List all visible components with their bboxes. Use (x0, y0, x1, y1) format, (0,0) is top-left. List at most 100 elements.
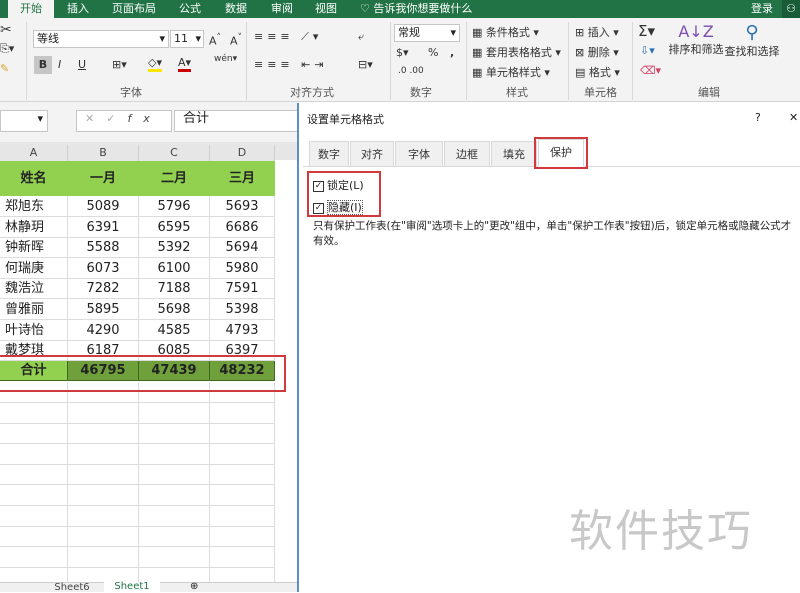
tab-alignment[interactable]: 对齐 (350, 141, 394, 167)
help-button[interactable]: ? (755, 111, 761, 124)
tab-view[interactable]: 视图 (306, 0, 346, 18)
table-cell[interactable]: 钟新晖 (0, 237, 68, 259)
font-size-select[interactable]: 11 ▾ (170, 30, 204, 48)
empty-cell[interactable] (139, 402, 210, 424)
table-cell[interactable]: 6391 (68, 216, 139, 238)
table-cell[interactable]: 魏浩泣 (0, 278, 68, 300)
tab-fill[interactable]: 填充 (491, 141, 537, 167)
table-cell[interactable]: 6100 (139, 257, 210, 279)
empty-cell[interactable] (139, 485, 210, 506)
add-sheet-icon[interactable]: ⊕ (190, 581, 198, 592)
clear-icon[interactable]: ⌫▾ (640, 64, 661, 77)
close-button[interactable]: ✕ (789, 111, 798, 124)
merge-center-icon[interactable]: ⊟▾ (358, 58, 373, 71)
table-cell[interactable]: 6686 (210, 216, 275, 238)
empty-cell[interactable] (139, 423, 210, 445)
phonetic-icon[interactable]: wén▾ (214, 54, 237, 64)
tab-page-layout[interactable]: 页面布局 (104, 0, 164, 18)
tab-home[interactable]: 开始 (8, 0, 54, 18)
fill-down-icon[interactable]: ⇩▾ (640, 44, 655, 57)
share-person-icon[interactable]: ⚇ (782, 0, 800, 18)
empty-cell[interactable] (68, 402, 139, 424)
table-cell[interactable]: 5895 (68, 299, 139, 320)
sort-filter-button[interactable]: A↓Z 排序和筛选 (668, 22, 724, 57)
table-cell[interactable]: 4585 (139, 319, 210, 341)
percent-button[interactable]: % (428, 46, 438, 59)
empty-cell[interactable] (210, 526, 275, 548)
format-cells-button[interactable]: ▤ 格式 ▾ (575, 64, 620, 80)
shrink-font-icon[interactable]: A˅ (230, 32, 242, 48)
empty-cell[interactable] (210, 443, 275, 465)
table-cell[interactable]: 5089 (68, 196, 139, 217)
vertical-align-icons[interactable]: ≡≡≡ ⟋▾ (254, 30, 322, 44)
empty-cell[interactable] (0, 485, 68, 506)
table-cell[interactable]: 6595 (139, 216, 210, 238)
table-cell[interactable]: 6073 (68, 257, 139, 279)
table-cell[interactable]: 5698 (139, 299, 210, 320)
cell-styles-button[interactable]: ▦ 单元格样式 ▾ (472, 64, 550, 80)
empty-cell[interactable] (0, 423, 68, 445)
empty-cell[interactable] (0, 402, 68, 424)
tab-review[interactable]: 审阅 (262, 0, 302, 18)
tab-data[interactable]: 数据 (216, 0, 256, 18)
table-cell[interactable]: 郑旭东 (0, 196, 68, 217)
empty-cell[interactable] (0, 443, 68, 465)
format-painter-icon[interactable]: ✎ (0, 62, 9, 75)
bold-button[interactable]: B (34, 56, 52, 74)
number-format-select[interactable]: 常规 ▾ (394, 24, 460, 42)
empty-cell[interactable] (210, 402, 275, 424)
empty-cell[interactable] (68, 443, 139, 465)
empty-cell[interactable] (210, 546, 275, 568)
empty-cell[interactable] (68, 464, 139, 486)
underline-button[interactable]: U (78, 58, 86, 71)
empty-cell[interactable] (68, 485, 139, 506)
table-cell[interactable]: 5796 (139, 196, 210, 217)
wrap-text-icon[interactable]: ⤶ (358, 30, 364, 44)
empty-cell[interactable] (0, 546, 68, 568)
table-cell[interactable]: 5392 (139, 237, 210, 259)
conditional-format-button[interactable]: ▦ 条件格式 ▾ (472, 24, 539, 40)
currency-icon[interactable]: $▾ (396, 46, 409, 59)
table-cell[interactable]: 林静玥 (0, 216, 68, 238)
empty-cell[interactable] (68, 526, 139, 548)
login-link[interactable]: 登录 (744, 0, 780, 18)
table-cell[interactable]: 5588 (68, 237, 139, 259)
decimal-icons[interactable]: .0 .00 (398, 66, 424, 76)
empty-cell[interactable] (0, 464, 68, 486)
fill-color-icon[interactable]: ◇▾ (148, 56, 162, 72)
empty-cell[interactable] (139, 443, 210, 465)
tab-font[interactable]: 字体 (395, 141, 443, 167)
empty-cell[interactable] (68, 546, 139, 568)
format-as-table-button[interactable]: ▦ 套用表格格式 ▾ (472, 44, 561, 60)
tab-formulas[interactable]: 公式 (170, 0, 210, 18)
table-cell[interactable]: 4793 (210, 319, 275, 341)
empty-cell[interactable] (139, 526, 210, 548)
table-cell[interactable]: 叶诗怡 (0, 319, 68, 341)
empty-cell[interactable] (139, 546, 210, 568)
empty-cell[interactable] (210, 505, 275, 527)
header-cell[interactable]: 一月 (68, 161, 139, 196)
tab-border[interactable]: 边框 (444, 141, 490, 167)
insert-cells-button[interactable]: ⊞ 插入 ▾ (575, 24, 619, 40)
table-cell[interactable]: 曾雅丽 (0, 299, 68, 320)
empty-cell[interactable] (210, 423, 275, 445)
grow-font-icon[interactable]: A˄ (209, 32, 221, 48)
empty-cell[interactable] (68, 423, 139, 445)
formula-buttons[interactable]: ✕✓fx (76, 110, 172, 132)
table-cell[interactable]: 5980 (210, 257, 275, 279)
horizontal-align-icons[interactable]: ≡≡≡ ⇤⇥ (254, 58, 328, 71)
sheet-tab-sheet1[interactable]: Sheet1 (104, 582, 160, 593)
cut-icon[interactable]: ✂ (0, 22, 12, 38)
tab-number[interactable]: 数字 (309, 141, 349, 167)
empty-cell[interactable] (139, 464, 210, 486)
empty-cell[interactable] (0, 526, 68, 548)
table-cell[interactable]: 4290 (68, 319, 139, 341)
font-name-select[interactable]: 等线 ▾ (33, 30, 169, 48)
tell-me-search[interactable]: ♡ 告诉我你想要做什么 (360, 0, 480, 18)
formula-input[interactable]: 合计 (174, 110, 300, 132)
header-cell[interactable]: 姓名 (0, 161, 68, 196)
empty-cell[interactable] (139, 505, 210, 527)
find-select-button[interactable]: ⚲ 查找和选择 (724, 22, 780, 59)
table-cell[interactable]: 5693 (210, 196, 275, 217)
name-box[interactable]: ▾ (0, 110, 48, 132)
